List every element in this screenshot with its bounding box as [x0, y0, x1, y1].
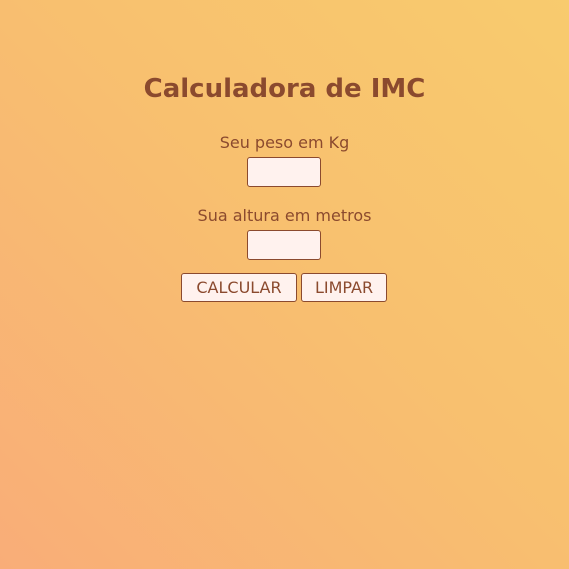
clear-button[interactable]: LIMPAR: [301, 273, 387, 302]
bmi-calculator: Calculadora de IMC Seu peso em Kg Sua al…: [0, 0, 569, 569]
height-input[interactable]: [247, 230, 321, 260]
calculate-button[interactable]: CALCULAR: [181, 273, 297, 302]
height-label: Sua altura em metros: [197, 206, 372, 225]
weight-label: Seu peso em Kg: [219, 133, 350, 152]
weight-input[interactable]: [247, 157, 321, 187]
page-title: Calculadora de IMC: [143, 74, 426, 104]
